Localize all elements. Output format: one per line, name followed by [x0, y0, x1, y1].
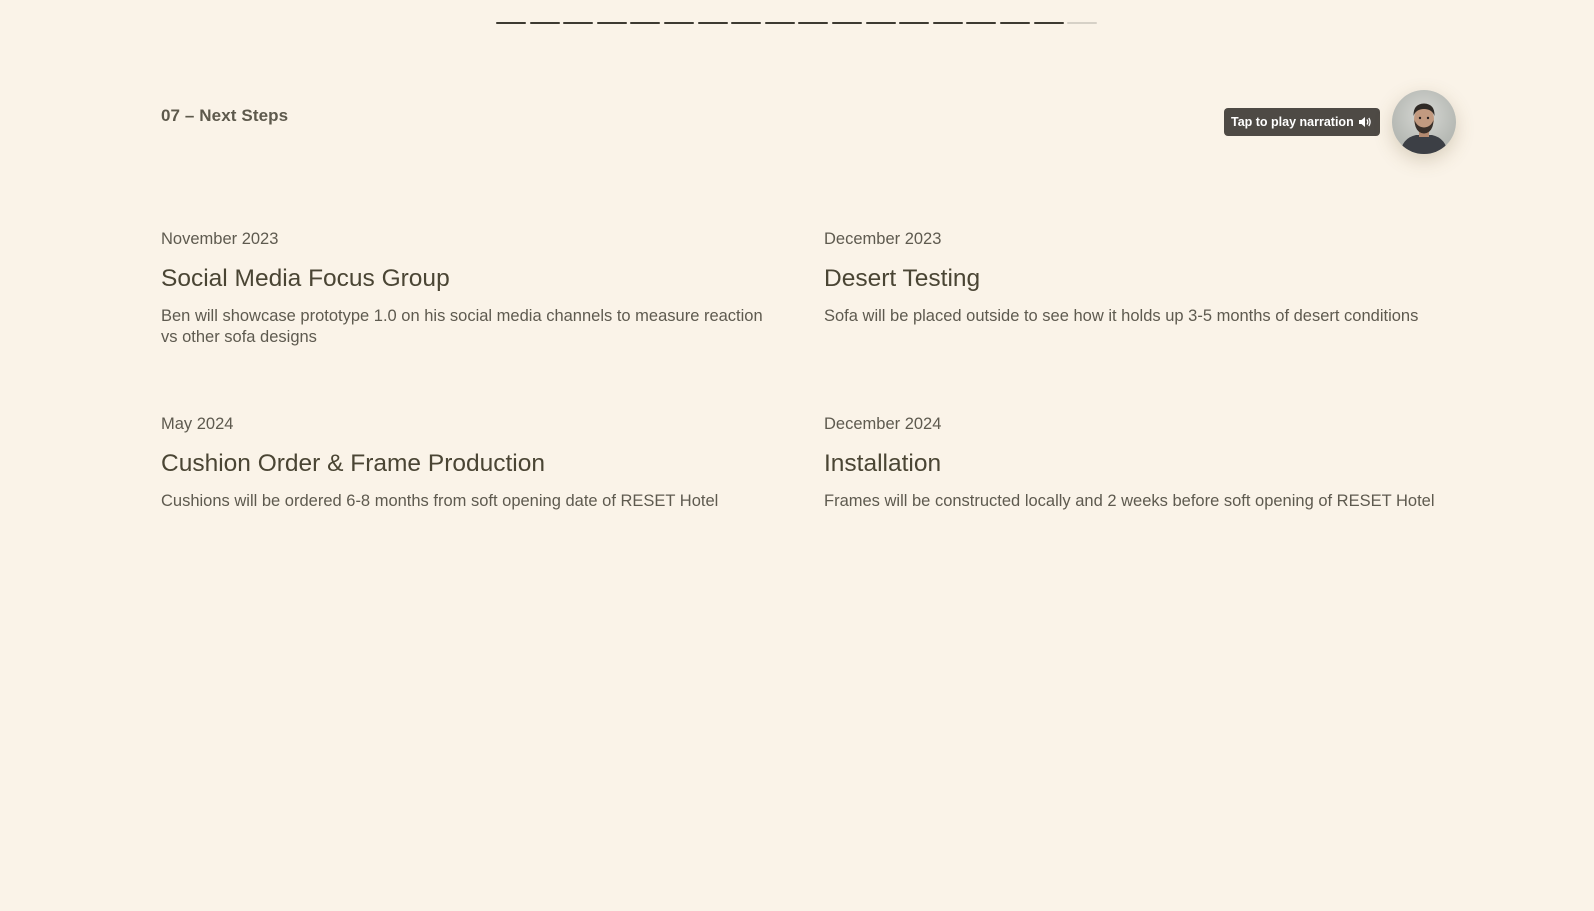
slide-progress-bar: [496, 22, 1098, 24]
step-date: November 2023: [161, 230, 279, 248]
progress-segment[interactable]: [496, 22, 526, 24]
step-description: Ben will showcase prototype 1.0 on his s…: [161, 307, 763, 346]
section-label: 07 – Next Steps: [161, 106, 289, 125]
step-title: Installation: [824, 450, 942, 477]
progress-segment[interactable]: [966, 22, 997, 24]
progress-segment[interactable]: [663, 22, 694, 24]
progress-segment[interactable]: [596, 22, 627, 24]
step-card: November 2023 Social Media Focus Group B…: [161, 228, 772, 373]
step-date: May 2024: [161, 415, 234, 433]
progress-segment[interactable]: [865, 22, 896, 24]
progress-segment[interactable]: [563, 22, 594, 24]
progress-segment[interactable]: [831, 22, 862, 24]
progress-segment[interactable]: [1067, 22, 1098, 24]
progress-segment[interactable]: [932, 22, 963, 24]
progress-segment[interactable]: [731, 22, 762, 24]
presenter-portrait-icon: [1400, 103, 1448, 154]
step-description: Sofa will be placed outside to see how i…: [824, 307, 1419, 325]
step-description: Cushions will be ordered 6-8 months from…: [161, 492, 719, 510]
narration-label: Tap to play narration: [1231, 115, 1354, 129]
speaker-icon: [1358, 117, 1371, 127]
step-date: December 2024: [824, 415, 942, 433]
step-title: Desert Testing: [824, 265, 981, 292]
progress-segment[interactable]: [899, 22, 930, 24]
step-title: Cushion Order & Frame Production: [161, 450, 545, 477]
step-card: December 2023 Desert Testing Sofa will b…: [824, 228, 1435, 373]
step-description: Frames will be constructed locally and 2…: [824, 492, 1435, 510]
progress-segment[interactable]: [764, 22, 795, 24]
progress-segment[interactable]: [1033, 22, 1064, 24]
step-card: May 2024 Cushion Order & Frame Productio…: [161, 413, 772, 558]
progress-segment[interactable]: [697, 22, 728, 24]
progress-segment[interactable]: [630, 22, 661, 24]
progress-segment[interactable]: [798, 22, 829, 24]
step-card: December 2024 Installation Frames will b…: [824, 413, 1435, 558]
progress-segment[interactable]: [999, 22, 1030, 24]
presenter-avatar[interactable]: [1392, 90, 1456, 154]
progress-segment[interactable]: [529, 22, 560, 24]
step-date: December 2023: [824, 230, 942, 248]
next-steps-grid: November 2023 Social Media Focus Group B…: [161, 228, 1435, 558]
play-narration-button[interactable]: Tap to play narration: [1224, 108, 1380, 136]
step-title: Social Media Focus Group: [161, 265, 450, 292]
